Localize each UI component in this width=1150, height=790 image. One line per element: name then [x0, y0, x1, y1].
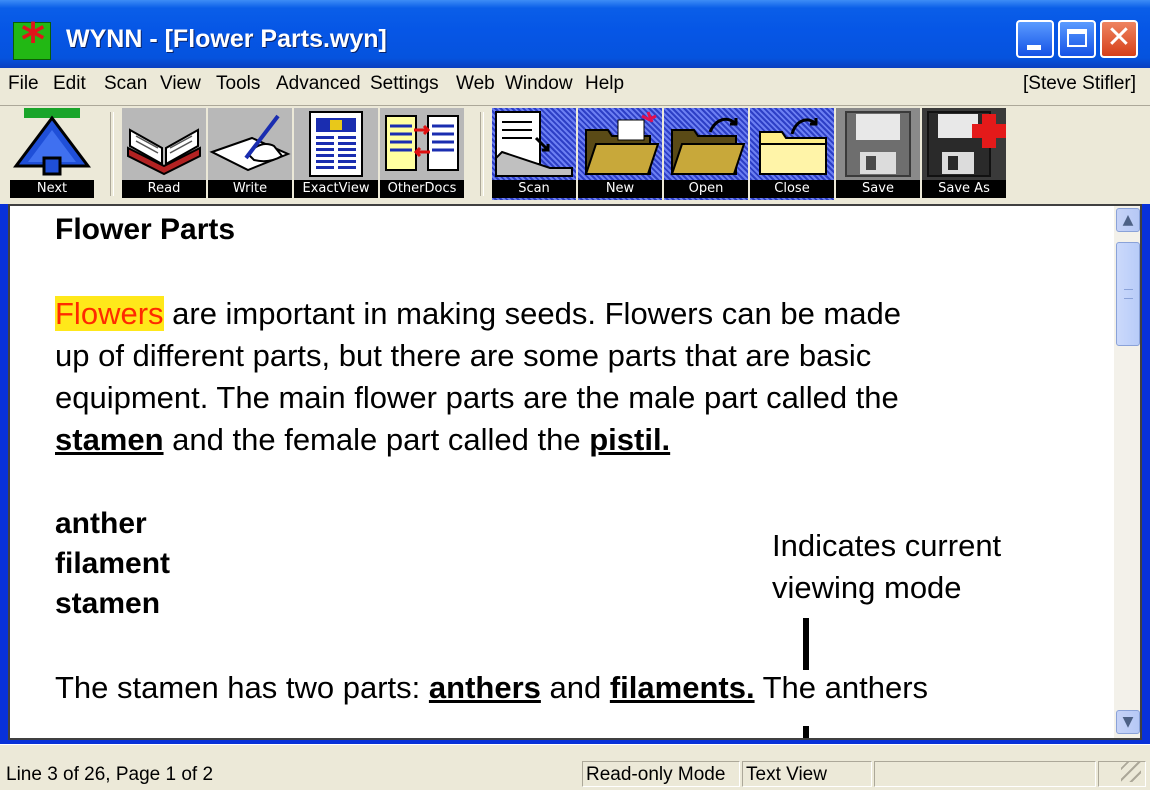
minimize-icon: [1027, 45, 1041, 50]
text-run: and: [540, 670, 610, 705]
close-folder-icon: [759, 118, 827, 175]
document-frame: Flower Parts Flowers are important in ma…: [8, 204, 1142, 740]
text-run: The anthers: [754, 670, 929, 705]
exact-view-button[interactable]: ExactView: [294, 108, 378, 200]
open-label: Open: [664, 180, 748, 198]
menu-file[interactable]: File: [8, 73, 39, 95]
status-view: Text View: [742, 761, 872, 787]
menu-scan[interactable]: Scan: [104, 73, 147, 95]
exact-view-icon: [294, 108, 378, 180]
new-label: New: [578, 180, 662, 198]
term-link[interactable]: filaments.: [610, 670, 755, 705]
exact-view-label: ExactView: [294, 180, 378, 198]
term-list-item: anther: [55, 507, 147, 540]
scan-label: Scan: [492, 180, 576, 198]
chevron-up-icon: ▲: [1122, 212, 1134, 228]
application-window: * WYNN - [Flower Parts.wyn] ✕ File Edit …: [0, 0, 1150, 790]
scanner-icon: [495, 111, 573, 177]
open-folder-icon: [670, 117, 746, 175]
open-book-icon: [122, 108, 206, 180]
save-as-disk-icon: [922, 108, 1006, 180]
menu-view[interactable]: View: [160, 73, 201, 95]
menu-bar: File Edit Scan View Tools Advanced Setti…: [0, 68, 1150, 106]
save-disk-icon: [836, 108, 920, 180]
wynn-app-icon[interactable]: *: [13, 17, 51, 63]
paragraph-line: stamen and the female part called the pi…: [55, 422, 670, 458]
annotation-pointer-line: [803, 726, 809, 738]
term-link[interactable]: stamen: [55, 422, 164, 457]
vertical-scrollbar[interactable]: ▲ ▼: [1114, 206, 1140, 738]
save-label: Save: [836, 180, 920, 198]
menu-web[interactable]: Web: [456, 73, 495, 95]
menu-advanced[interactable]: Advanced: [276, 73, 361, 95]
status-position: Line 3 of 26, Page 1 of 2: [6, 764, 214, 785]
status-mode: Read-only Mode: [582, 761, 740, 787]
paragraph-line: The stamen has two parts: anthers and fi…: [55, 670, 928, 706]
user-name-label: [Steve Stifler]: [1023, 73, 1136, 94]
new-folder-icon: [584, 111, 660, 175]
close-label: Close: [750, 180, 834, 198]
menu-edit[interactable]: Edit: [53, 73, 86, 95]
save-button[interactable]: Save: [836, 108, 920, 200]
text-run: The stamen has two parts:: [55, 670, 429, 705]
annotation-text: viewing mode: [772, 570, 962, 605]
menu-help[interactable]: Help: [585, 73, 624, 95]
write-button[interactable]: Write: [208, 108, 292, 200]
read-label: Read: [122, 180, 206, 198]
status-bar: Line 3 of 26, Page 1 of 2 Read-only Mode…: [0, 744, 1150, 790]
term-link[interactable]: anthers: [429, 670, 541, 705]
term-list-item: filament: [55, 547, 171, 580]
maximize-button[interactable]: [1058, 20, 1096, 58]
close-button[interactable]: ✕: [1100, 20, 1138, 58]
text-run: are important in making seeds. Flowers c…: [163, 296, 901, 331]
close-icon: ✕: [1106, 20, 1132, 55]
document-text-area[interactable]: Flower Parts Flowers are important in ma…: [10, 206, 1114, 738]
status-panel-grip: [1098, 761, 1146, 787]
annotation-text: Indicates current: [772, 528, 1002, 563]
menu-settings[interactable]: Settings: [370, 73, 439, 95]
read-button[interactable]: Read: [122, 108, 206, 200]
next-button[interactable]: Next: [10, 108, 94, 200]
menu-tools[interactable]: Tools: [216, 73, 260, 95]
new-button[interactable]: New: [578, 108, 662, 200]
maximize-icon: [1067, 29, 1087, 47]
open-button[interactable]: Open: [664, 108, 748, 200]
toolbar-separator: [110, 112, 114, 196]
other-docs-label: OtherDocs: [380, 180, 464, 198]
term-list-item: stamen: [55, 587, 161, 620]
window-title: WYNN - [Flower Parts.wyn]: [66, 25, 387, 53]
close-doc-button[interactable]: Close: [750, 108, 834, 200]
scroll-down-button[interactable]: ▼: [1116, 710, 1140, 734]
grip-icon: [1124, 289, 1133, 299]
minimize-button[interactable]: [1016, 20, 1054, 58]
toolbar-separator: [480, 112, 484, 196]
scan-button[interactable]: Scan: [492, 108, 576, 200]
other-docs-button[interactable]: OtherDocs: [380, 108, 464, 200]
term-link[interactable]: pistil.: [589, 422, 670, 457]
toolbar: Next Read Write ExactView OtherDocs Scan…: [0, 106, 1150, 204]
writing-hand-icon: [208, 108, 292, 180]
scroll-thumb[interactable]: [1116, 242, 1140, 346]
text-run: and the female part called the: [163, 422, 590, 457]
resize-grip-icon[interactable]: [1121, 762, 1141, 782]
paragraph-line: Flowers are important in making seeds. F…: [55, 296, 901, 332]
status-panel-empty: [874, 761, 1096, 787]
paragraph-line: equipment. The main flower parts are the…: [55, 380, 899, 415]
next-arrow-icon: [13, 108, 91, 176]
save-as-label: Save As: [922, 180, 1006, 198]
write-label: Write: [208, 180, 292, 198]
document-heading: Flower Parts: [55, 213, 236, 246]
chevron-down-icon: ▼: [1122, 714, 1134, 730]
other-docs-icon: [380, 108, 464, 180]
highlighted-word: Flowers: [55, 296, 164, 331]
save-as-button[interactable]: Save As: [922, 108, 1006, 200]
annotation-pointer-line: [803, 618, 809, 670]
title-bar[interactable]: * WYNN - [Flower Parts.wyn] ✕: [0, 0, 1150, 68]
menu-window[interactable]: Window: [505, 73, 573, 95]
scroll-up-button[interactable]: ▲: [1116, 208, 1140, 232]
paragraph-line: up of different parts, but there are som…: [55, 338, 872, 373]
next-label: Next: [10, 180, 94, 198]
